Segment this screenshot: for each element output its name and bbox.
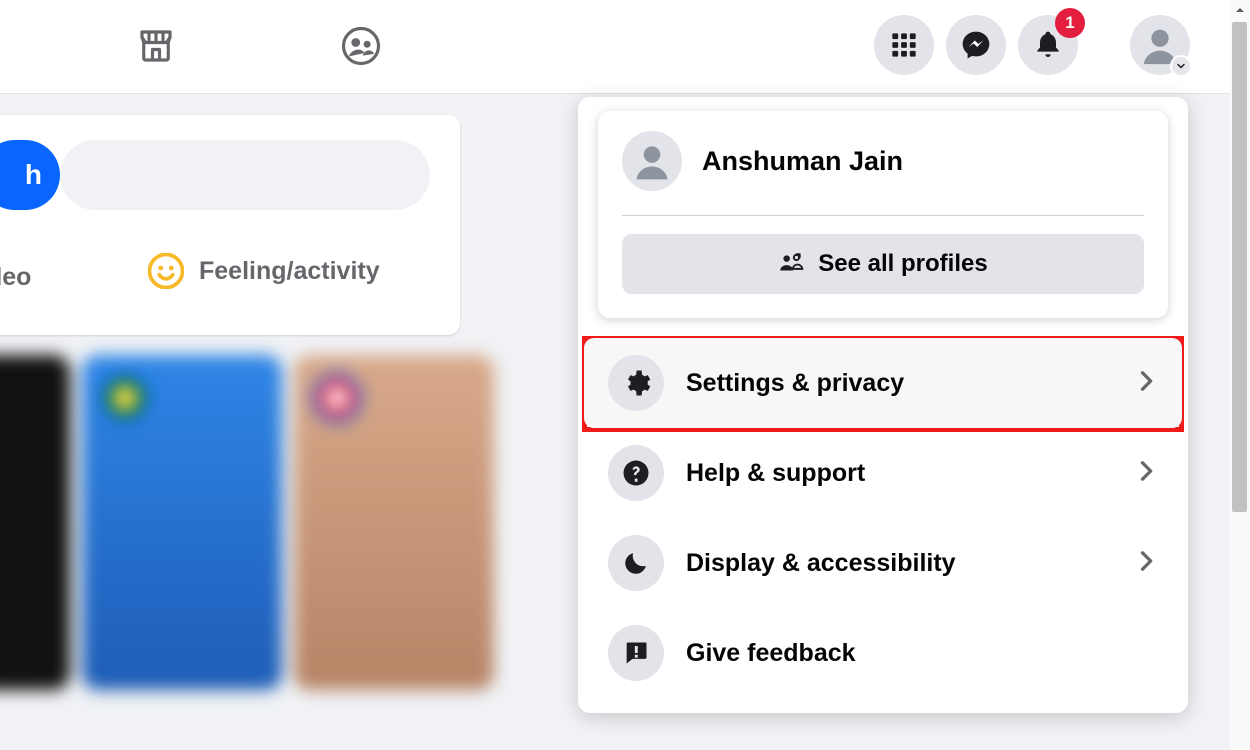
notifications-button[interactable]: 1 <box>1018 15 1078 75</box>
top-bar: 1 <box>0 0 1230 94</box>
profile-name: Anshuman Jain <box>702 146 903 177</box>
account-button[interactable] <box>1130 15 1190 75</box>
scroll-thumb[interactable] <box>1232 22 1247 512</box>
messenger-button[interactable] <box>946 15 1006 75</box>
chevron-right-icon <box>1132 367 1160 400</box>
stories-row <box>0 355 494 690</box>
menu-item-label: Give feedback <box>686 639 856 668</box>
avatar-icon <box>622 131 682 191</box>
messenger-icon <box>960 29 992 61</box>
moon-icon <box>608 535 664 591</box>
divider <box>622 215 1144 216</box>
feeling-label: Feeling/activity <box>199 257 380 286</box>
menu-item-give-feedback[interactable]: Give feedback <box>584 608 1182 698</box>
account-dropdown: Anshuman Jain See all profiles Settings … <box>578 97 1188 713</box>
feeling-activity-button[interactable]: Feeling/activity <box>148 253 380 289</box>
menu-item-help-support[interactable]: Help & support <box>584 428 1182 518</box>
scrollbar[interactable] <box>1230 0 1250 750</box>
live-video-label[interactable]: ideo <box>0 263 31 292</box>
menu-item-label: Help & support <box>686 459 865 488</box>
profile-row[interactable]: Anshuman Jain <box>622 131 1144 191</box>
chevron-down-icon <box>1170 55 1192 77</box>
post-input[interactable] <box>60 140 430 210</box>
groups-icon[interactable] <box>340 25 382 72</box>
smiley-icon <box>148 253 184 289</box>
menu-list: Settings & privacy Help & support <box>584 338 1182 698</box>
gear-icon <box>608 355 664 411</box>
grid-icon <box>890 31 918 59</box>
profile-card: Anshuman Jain See all profiles <box>598 111 1168 318</box>
menu-item-display-accessibility[interactable]: Display & accessibility <box>584 518 1182 608</box>
notification-badge: 1 <box>1055 8 1085 38</box>
profiles-switch-icon <box>778 251 804 277</box>
menu-item-settings-privacy[interactable]: Settings & privacy <box>584 338 1182 428</box>
see-all-profiles-label: See all profiles <box>818 250 987 278</box>
story-card[interactable] <box>294 355 494 690</box>
menu-item-label: Settings & privacy <box>686 369 904 398</box>
story-card[interactable] <box>0 355 70 690</box>
marketplace-icon[interactable] <box>135 25 177 72</box>
scroll-up-icon[interactable] <box>1230 0 1250 20</box>
feedback-icon <box>608 625 664 681</box>
story-card[interactable] <box>82 355 282 690</box>
chevron-right-icon <box>1132 547 1160 580</box>
menu-button[interactable] <box>874 15 934 75</box>
chevron-right-icon <box>1132 457 1160 490</box>
see-all-profiles-button[interactable]: See all profiles <box>622 234 1144 294</box>
help-icon <box>608 445 664 501</box>
menu-item-label: Display & accessibility <box>686 549 956 578</box>
